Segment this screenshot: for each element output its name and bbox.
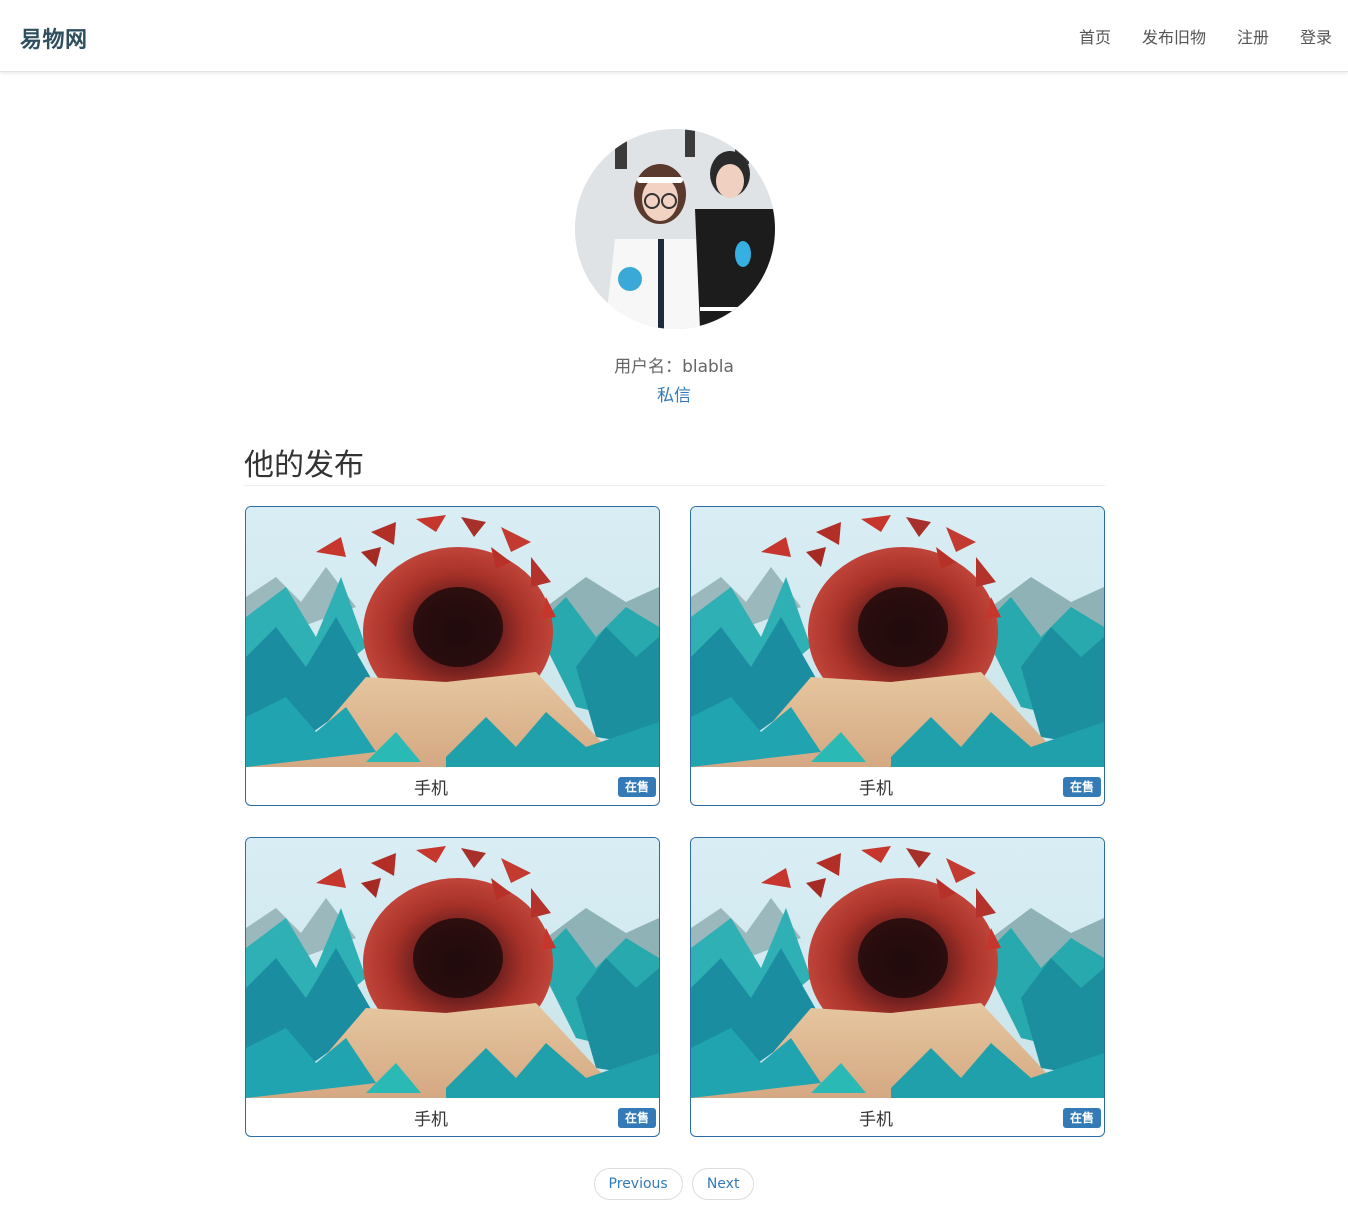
nav-login[interactable]: 登录 xyxy=(1300,24,1332,48)
item-image[interactable] xyxy=(246,838,659,1098)
nav-links: 首页 发布旧物 注册 登录 xyxy=(1079,0,1348,72)
previous-button[interactable]: Previous xyxy=(593,1168,683,1200)
item-title[interactable]: 手机 xyxy=(691,774,1061,799)
item-title[interactable]: 手机 xyxy=(246,774,616,799)
site-logo[interactable]: 易物网 xyxy=(20,22,88,54)
section-title: 他的发布 xyxy=(244,448,364,483)
item-card[interactable]: 手机 在售 xyxy=(245,837,660,1137)
item-image[interactable] xyxy=(691,507,1104,767)
next-button[interactable]: Next xyxy=(691,1168,755,1200)
avatar-photo xyxy=(575,129,775,329)
item-card[interactable]: 手机 在售 xyxy=(690,837,1105,1137)
username-value: blabla xyxy=(682,357,734,377)
username-label: 用户名： xyxy=(614,357,683,377)
username-line: 用户名：blabla xyxy=(0,352,1348,377)
status-badge: 在售 xyxy=(1062,777,1101,797)
status-badge: 在售 xyxy=(617,777,656,797)
private-message-link[interactable]: 私信 xyxy=(657,386,691,406)
item-title[interactable]: 手机 xyxy=(246,1105,616,1130)
top-navbar: 易物网 首页 发布旧物 注册 登录 xyxy=(0,0,1348,72)
status-badge: 在售 xyxy=(1062,1108,1101,1128)
nav-publish[interactable]: 发布旧物 xyxy=(1142,24,1206,48)
status-badge: 在售 xyxy=(617,1108,656,1128)
private-message-row: 私信 xyxy=(0,381,1348,406)
section-divider xyxy=(244,485,1105,486)
item-image[interactable] xyxy=(246,507,659,767)
nav-home[interactable]: 首页 xyxy=(1079,24,1111,48)
pagination: Previous Next xyxy=(0,1168,1348,1200)
item-image[interactable] xyxy=(691,838,1104,1098)
item-card[interactable]: 手机 在售 xyxy=(690,506,1105,806)
item-title[interactable]: 手机 xyxy=(691,1105,1061,1130)
user-avatar xyxy=(575,129,775,329)
item-card[interactable]: 手机 在售 xyxy=(245,506,660,806)
nav-register[interactable]: 注册 xyxy=(1237,24,1269,48)
